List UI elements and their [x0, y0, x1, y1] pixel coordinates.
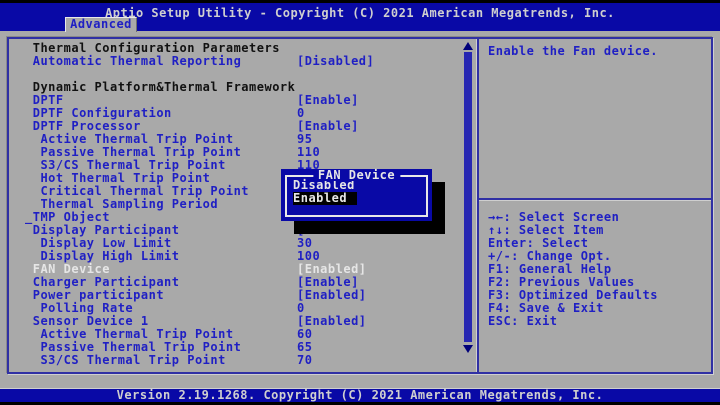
setting-value: [Enable]	[297, 94, 359, 107]
popup-option-label: Enabled	[293, 192, 357, 205]
popup-option[interactable]: Enabled	[293, 192, 426, 205]
scrollbar-thumb[interactable]	[464, 52, 472, 342]
setting-label: Critical Thermal Trip Point	[25, 184, 249, 198]
setting-row[interactable]: S3/CS Thermal Trip Point 70	[25, 354, 459, 367]
setting-label: Thermal Sampling Period	[25, 197, 218, 211]
setting-row[interactable]: Automatic Thermal Reporting [Disabled]	[25, 55, 459, 68]
setting-label: DPTF	[25, 93, 64, 107]
bios-setup-screen: Aptio Setup Utility - Copyright (C) 2021…	[0, 0, 720, 405]
hotkey-legend: →←: Select Screen↑↓: Select ItemEnter: S…	[488, 211, 658, 328]
setting-label: Passive Thermal Trip Point	[25, 145, 241, 159]
setting-label: Passive Thermal Trip Point	[25, 340, 241, 354]
setting-label: S3/CS Thermal Trip Point	[25, 158, 226, 172]
section-heading: Dynamic Platform&Thermal Framework	[25, 81, 459, 94]
version-text: Version 2.19.1268. Copyright (C) 2021 Am…	[117, 388, 604, 402]
setting-label: Active Thermal Trip Point	[25, 132, 234, 146]
tab-label: Advanced	[70, 17, 132, 31]
setting-label: Hot Thermal Trip Point	[25, 171, 210, 185]
setting-label: _TMP Object	[25, 210, 110, 224]
setting-label: Display Participant	[25, 223, 180, 237]
setting-label: DPTF Processor	[25, 119, 141, 133]
hotkey-hint: ESC: Exit	[488, 315, 658, 328]
setting-value: 70	[297, 354, 312, 367]
help-panel-divider	[479, 198, 711, 200]
scroll-down-icon[interactable]	[463, 345, 473, 353]
help-text: Enable the Fan device.	[479, 39, 711, 58]
setting-label: Charger Participant	[25, 275, 180, 289]
setting-label: Thermal Configuration Parameters	[25, 41, 280, 55]
setting-label: Sensor Device 1	[25, 314, 149, 328]
setting-label: Display High Limit	[25, 249, 180, 263]
fan-device-popup: FAN Device DisabledEnabled	[281, 169, 432, 221]
help-panel: Enable the Fan device. →←: Select Screen…	[479, 39, 711, 372]
setting-label: Automatic Thermal Reporting	[25, 54, 241, 68]
setting-label: FAN Device	[25, 262, 110, 276]
version-footer: Version 2.19.1268. Copyright (C) 2021 Am…	[0, 389, 720, 402]
setting-label: Display Low Limit	[25, 236, 172, 250]
scroll-up-icon[interactable]	[463, 42, 473, 50]
tab-advanced[interactable]: Advanced	[65, 17, 137, 32]
setting-label: DPTF Configuration	[25, 106, 172, 120]
setting-value: [Disabled]	[297, 55, 374, 68]
setting-value: [Enabled]	[297, 289, 367, 302]
setting-label: Dynamic Platform&Thermal Framework	[25, 80, 295, 94]
popup-title: FAN Device	[313, 169, 400, 181]
setting-label: Power participant	[25, 288, 164, 302]
setting-label: Polling Rate	[25, 301, 133, 315]
setting-label: S3/CS Thermal Trip Point	[25, 353, 226, 367]
setting-label: Active Thermal Trip Point	[25, 327, 234, 341]
